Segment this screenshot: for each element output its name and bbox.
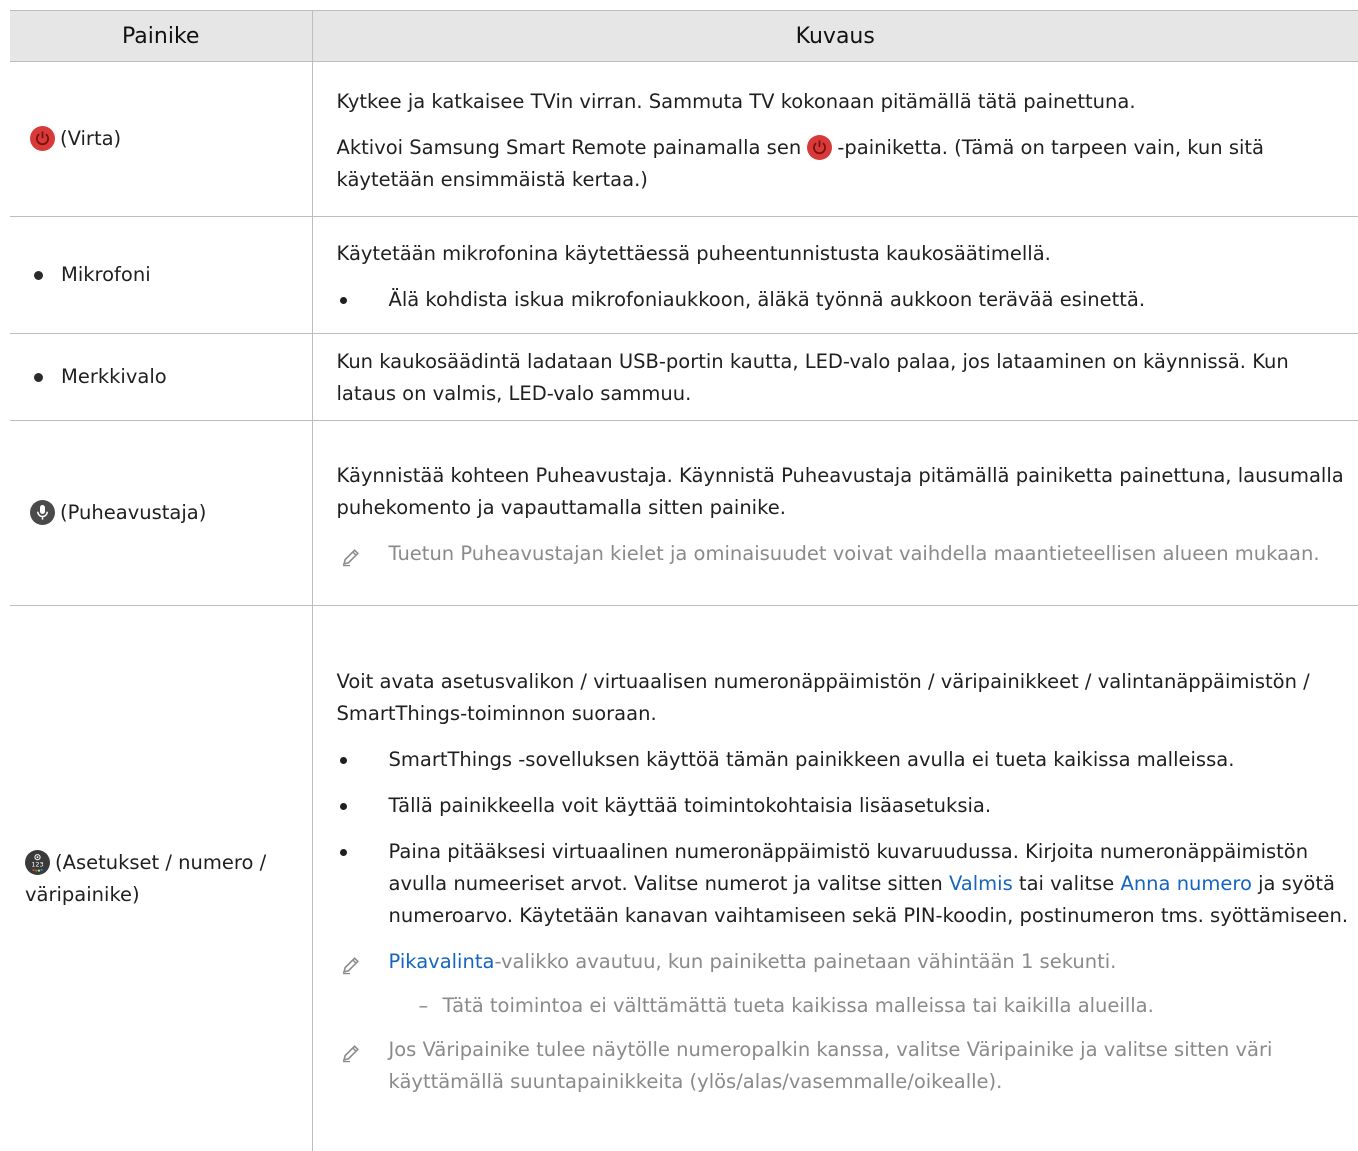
power-icon xyxy=(30,125,55,151)
microphone-icon xyxy=(30,499,55,525)
settings-number-icon: 123 xyxy=(25,849,50,875)
description-text-part: Aktivoi Samsung Smart Remote painamalla … xyxy=(336,136,808,159)
button-cell: 123 (Asetukset / numero / väripainike) xyxy=(10,605,313,1151)
table-row-indicator: Merkkivalo Kun kaukosäädintä ladataan US… xyxy=(10,333,1358,421)
list-item-text: tai valitse xyxy=(1012,871,1121,895)
description-text: Voit avata asetusvalikon / virtuaalisen … xyxy=(336,669,1310,725)
pencil-note-icon xyxy=(341,953,361,985)
button-name: (Puheavustaja) xyxy=(60,501,207,524)
svg-text:123: 123 xyxy=(31,860,43,868)
pencil-note-icon xyxy=(341,545,361,577)
button-cell: Mikrofoni xyxy=(10,216,313,334)
list-item: Paina pitääksesi virtuaalinen numeronäpp… xyxy=(337,836,1351,932)
description-cell: Käytetään mikrofonina käytettäessä puhee… xyxy=(312,216,1358,334)
button-label: (Puheavustaja) xyxy=(10,497,312,529)
button-name-wrap: 123 (Asetukset / numero / väripainike) xyxy=(25,847,312,911)
remote-buttons-table: Painike Kuvaus (Virta) Kytkee ja katkais… xyxy=(10,10,1358,1151)
note: Tuetun Puheavustajan kielet ja ominaisuu… xyxy=(337,538,1351,570)
description-text: Aktivoi Samsung Smart Remote painamalla … xyxy=(337,132,1351,196)
bullet-dot-icon xyxy=(34,270,43,280)
table-row-microphone: Mikrofoni Käytetään mikrofonina käytettä… xyxy=(10,216,1358,334)
list-item: Älä kohdista iskua mikrofoniaukkoon, älä… xyxy=(337,284,1351,316)
power-icon xyxy=(807,135,833,160)
valmis-link: Valmis xyxy=(948,871,1013,895)
description-cell: Voit avata asetusvalikon / virtuaalisen … xyxy=(312,605,1358,1151)
button-label: 123 (Asetukset / numero / väripainike) xyxy=(10,847,312,911)
anna-numero-link: Anna numero xyxy=(1120,871,1252,895)
description-text: Käynnistää kohteen Puheavustaja. Käynnis… xyxy=(336,464,1344,519)
note-text: -valikko avautuu, kun painiketta paineta… xyxy=(494,949,1117,973)
table-row-settings-number: 123 (Asetukset / numero / väripainike) V… xyxy=(10,605,1358,1151)
button-name: (Virta) xyxy=(60,127,122,150)
button-name: Mikrofoni xyxy=(61,263,151,286)
note: Pikavalinta-valikko avautuu, kun painike… xyxy=(337,946,1351,978)
bullet-dot-icon xyxy=(34,372,43,382)
description-cell: Käynnistää kohteen Puheavustaja. Käynnis… xyxy=(312,420,1358,606)
dash-marker: – xyxy=(418,993,429,1017)
button-cell: (Puheavustaja) xyxy=(10,420,313,606)
table-header-row: Painike Kuvaus xyxy=(10,10,1358,62)
note: Jos Väripainike tulee näytölle numeropal… xyxy=(337,1034,1351,1098)
table-row-voice-assistant: (Puheavustaja) Käynnistää kohteen Puheav… xyxy=(10,420,1358,606)
button-name: (Asetukset / numero / väripainike) xyxy=(25,850,267,906)
list-item: SmartThings -sovelluksen käyttöä tämän p… xyxy=(337,744,1351,776)
description-cell: Kun kaukosäädintä ladataan USB-portin ka… xyxy=(312,333,1358,421)
description-cell: Kytkee ja katkaisee TVin virran. Sammuta… xyxy=(312,61,1358,217)
pikavalinta-link: Pikavalinta xyxy=(388,949,495,973)
button-label: Mikrofoni xyxy=(10,259,312,291)
pencil-note-icon xyxy=(341,1041,361,1073)
button-label: Merkkivalo xyxy=(10,361,312,393)
bullet-list: Älä kohdista iskua mikrofoniaukkoon, älä… xyxy=(337,284,1351,316)
bullet-list: SmartThings -sovelluksen käyttöä tämän p… xyxy=(337,744,1351,932)
note-text: Tuetun Puheavustajan kielet ja ominaisuu… xyxy=(388,542,1320,565)
description-text: Käytetään mikrofonina käytettäessä puhee… xyxy=(336,242,1051,265)
description-text: Kun kaukosäädintä ladataan USB-portin ka… xyxy=(336,350,1289,405)
table-row-power: (Virta) Kytkee ja katkaisee TVin virran.… xyxy=(10,61,1358,217)
column-header-description: Kuvaus xyxy=(312,10,1358,62)
sub-note-text: Tätä toimintoa ei välttämättä tueta kaik… xyxy=(442,993,1154,1017)
button-cell: Merkkivalo xyxy=(10,333,313,421)
list-item: Tällä painikkeella voit käyttää toiminto… xyxy=(337,790,1351,822)
note-text: Jos Väripainike tulee näytölle numeropal… xyxy=(388,1037,1273,1093)
button-label: (Virta) xyxy=(10,123,312,155)
button-name: Merkkivalo xyxy=(61,365,167,388)
column-header-button: Painike xyxy=(10,10,313,62)
description-text: Kytkee ja katkaisee TVin virran. Sammuta… xyxy=(336,90,1136,113)
button-cell: (Virta) xyxy=(10,61,313,217)
sub-note: – Tätä toimintoa ei välttämättä tueta ka… xyxy=(337,990,1351,1022)
